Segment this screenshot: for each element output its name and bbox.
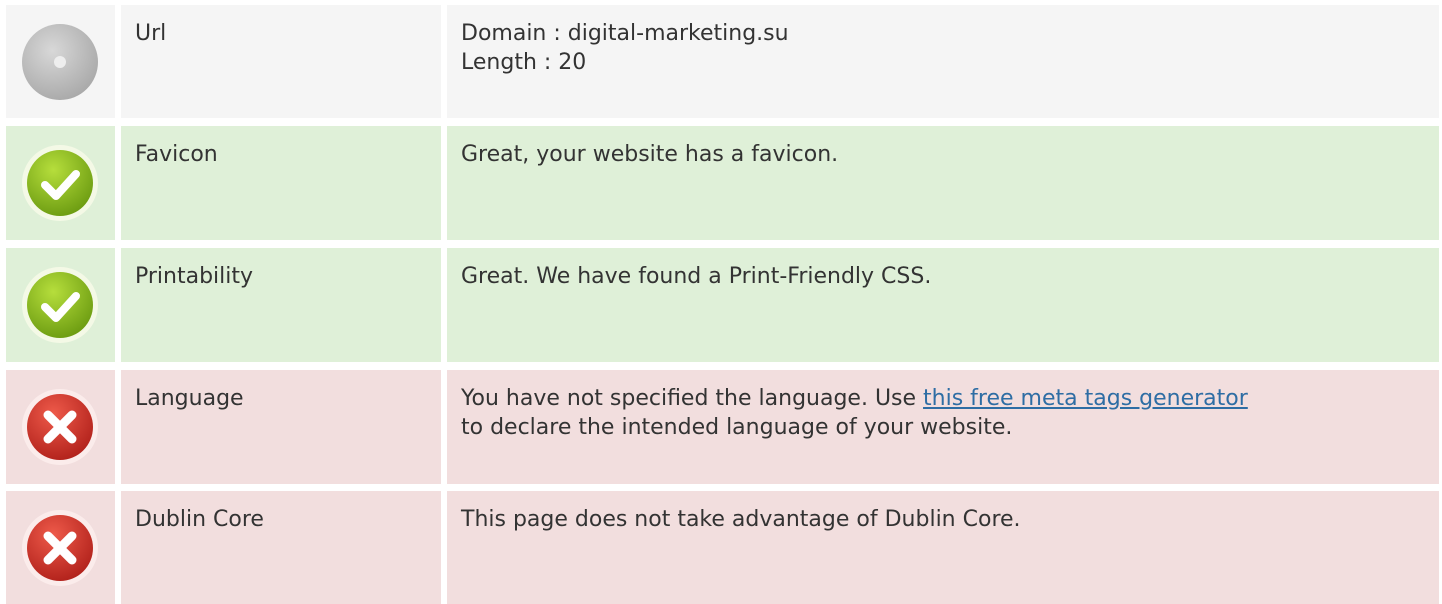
row-url-value-cell: Domain : digital-marketing.su Length : 2… (447, 5, 1439, 118)
row-url-label-cell: Url (121, 5, 441, 118)
row-label: Printability (135, 264, 254, 289)
row-dublin-core-value-cell: This page does not take advantage of Dub… (447, 491, 1439, 604)
row-label: Url (135, 21, 167, 46)
language-result-line-1: You have not specified the language. Use… (461, 384, 1439, 413)
row-language-icon-cell (6, 370, 115, 484)
neutral-circle-icon (22, 24, 98, 100)
meta-tags-generator-link[interactable]: this free meta tags generator (923, 386, 1248, 411)
row-dublin-core-label-cell: Dublin Core (121, 491, 441, 604)
row-favicon-value-cell: Great, your website has a favicon. (447, 126, 1439, 240)
row-dublin-core-icon-cell (6, 491, 115, 604)
row-dublin-core: Dublin Core This page does not take adva… (0, 491, 1442, 604)
error-x-icon (22, 389, 98, 465)
row-printability-icon-cell (6, 248, 115, 362)
row-language: Language You have not specified the lang… (0, 370, 1442, 484)
seo-results-table: Url Domain : digital-marketing.su Length… (0, 0, 1442, 604)
check-circle-icon (22, 267, 98, 343)
row-favicon-icon-cell (6, 126, 115, 240)
row-favicon: Favicon Great, your website has a favico… (0, 126, 1442, 240)
row-label: Dublin Core (135, 507, 264, 532)
row-printability-value-cell: Great. We have found a Print-Friendly CS… (447, 248, 1439, 362)
row-language-value-cell: You have not specified the language. Use… (447, 370, 1439, 484)
row-url: Url Domain : digital-marketing.su Length… (0, 5, 1442, 118)
row-printability-label-cell: Printability (121, 248, 441, 362)
row-favicon-label-cell: Favicon (121, 126, 441, 240)
language-text-after: to declare the intended language of your… (461, 415, 1013, 440)
row-url-icon-cell (6, 5, 115, 118)
favicon-result-text: Great, your website has a favicon. (461, 142, 839, 167)
error-x-icon (22, 510, 98, 586)
row-label: Language (135, 386, 244, 411)
domain-text: Domain : digital-marketing.su (461, 21, 789, 46)
dublin-core-result-text: This page does not take advantage of Dub… (461, 507, 1021, 532)
check-circle-icon (22, 145, 98, 221)
row-label: Favicon (135, 142, 218, 167)
row-language-label-cell: Language (121, 370, 441, 484)
language-text-before: You have not specified the language. Use (461, 386, 924, 411)
printability-result-text: Great. We have found a Print-Friendly CS… (461, 264, 932, 289)
length-text: Length : 20 (461, 50, 587, 75)
row-printability: Printability Great. We have found a Prin… (0, 248, 1442, 362)
